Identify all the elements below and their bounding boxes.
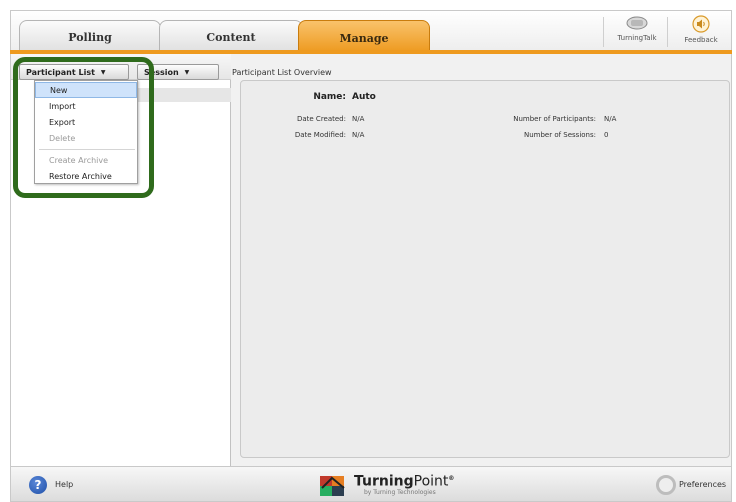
toolbar-separator [667,17,668,47]
session-label: Session [144,67,179,77]
num-participants-label: Number of Participants: [513,115,596,123]
menu-item-export[interactable]: Export [35,114,137,130]
menu-item-restore-archive[interactable]: Restore Archive [35,168,137,184]
speaker-icon [692,15,710,33]
chevron-down-icon: ▼ [184,68,190,76]
tab-content[interactable]: Content [159,20,303,54]
toolbar-separator [603,17,604,47]
menu-item-create-archive[interactable]: Create Archive [35,152,137,168]
menu-item-delete[interactable]: Delete [35,130,137,146]
turningpoint-logo: TurningPoint® by Turning Technologies [318,470,454,498]
participant-list-dropdown[interactable]: Participant List ▼ [19,64,129,80]
feedback-button[interactable]: Feedback [675,15,727,49]
gear-icon[interactable] [656,475,676,495]
chevron-down-icon: ▼ [100,68,106,76]
menu-separator [39,149,135,150]
turningtalk-label: TurningTalk [617,34,657,42]
logo-name-light: Point [413,473,449,490]
name-label: Name: [313,92,346,102]
tab-polling[interactable]: Polling [19,20,161,54]
session-dropdown[interactable]: Session ▼ [137,64,219,80]
top-tab-bar: Polling Content Manage TurningTalk Feedb… [10,10,732,56]
logo-trademark: ® [448,475,455,483]
participant-list-label: Participant List [26,67,95,77]
date-modified-label: Date Modified: [294,131,346,139]
num-sessions-label: Number of Sessions: [523,131,596,139]
date-created-value: N/A [352,115,365,123]
menu-item-new[interactable]: New [35,82,137,98]
turningpoint-logo-icon [320,476,345,496]
date-modified-value: N/A [352,131,365,139]
name-value: Auto [352,92,376,102]
overview-title: Participant List Overview [232,68,332,77]
logo-subtitle: by Turning Technologies [364,488,436,496]
turningtalk-button[interactable]: TurningTalk [611,15,663,49]
help-label[interactable]: Help [55,480,73,489]
logo-name-bold: Turning [354,473,414,490]
feedback-label: Feedback [684,36,718,44]
participant-list-menu: New Import Export Delete Create Archive … [34,80,138,184]
preferences-label[interactable]: Preferences [679,480,726,489]
num-participants-value: N/A [604,115,617,123]
date-created-label: Date Created: [296,115,346,123]
turningtalk-icon [626,16,648,30]
help-icon[interactable]: ? [29,476,47,494]
menu-item-import[interactable]: Import [35,98,137,114]
bottom-bar: ? Help TurningPoint® by Turning Technolo… [10,466,732,502]
num-sessions-value: 0 [604,131,609,139]
left-toolbar: Participant List ▼ Session ▼ [11,54,231,80]
